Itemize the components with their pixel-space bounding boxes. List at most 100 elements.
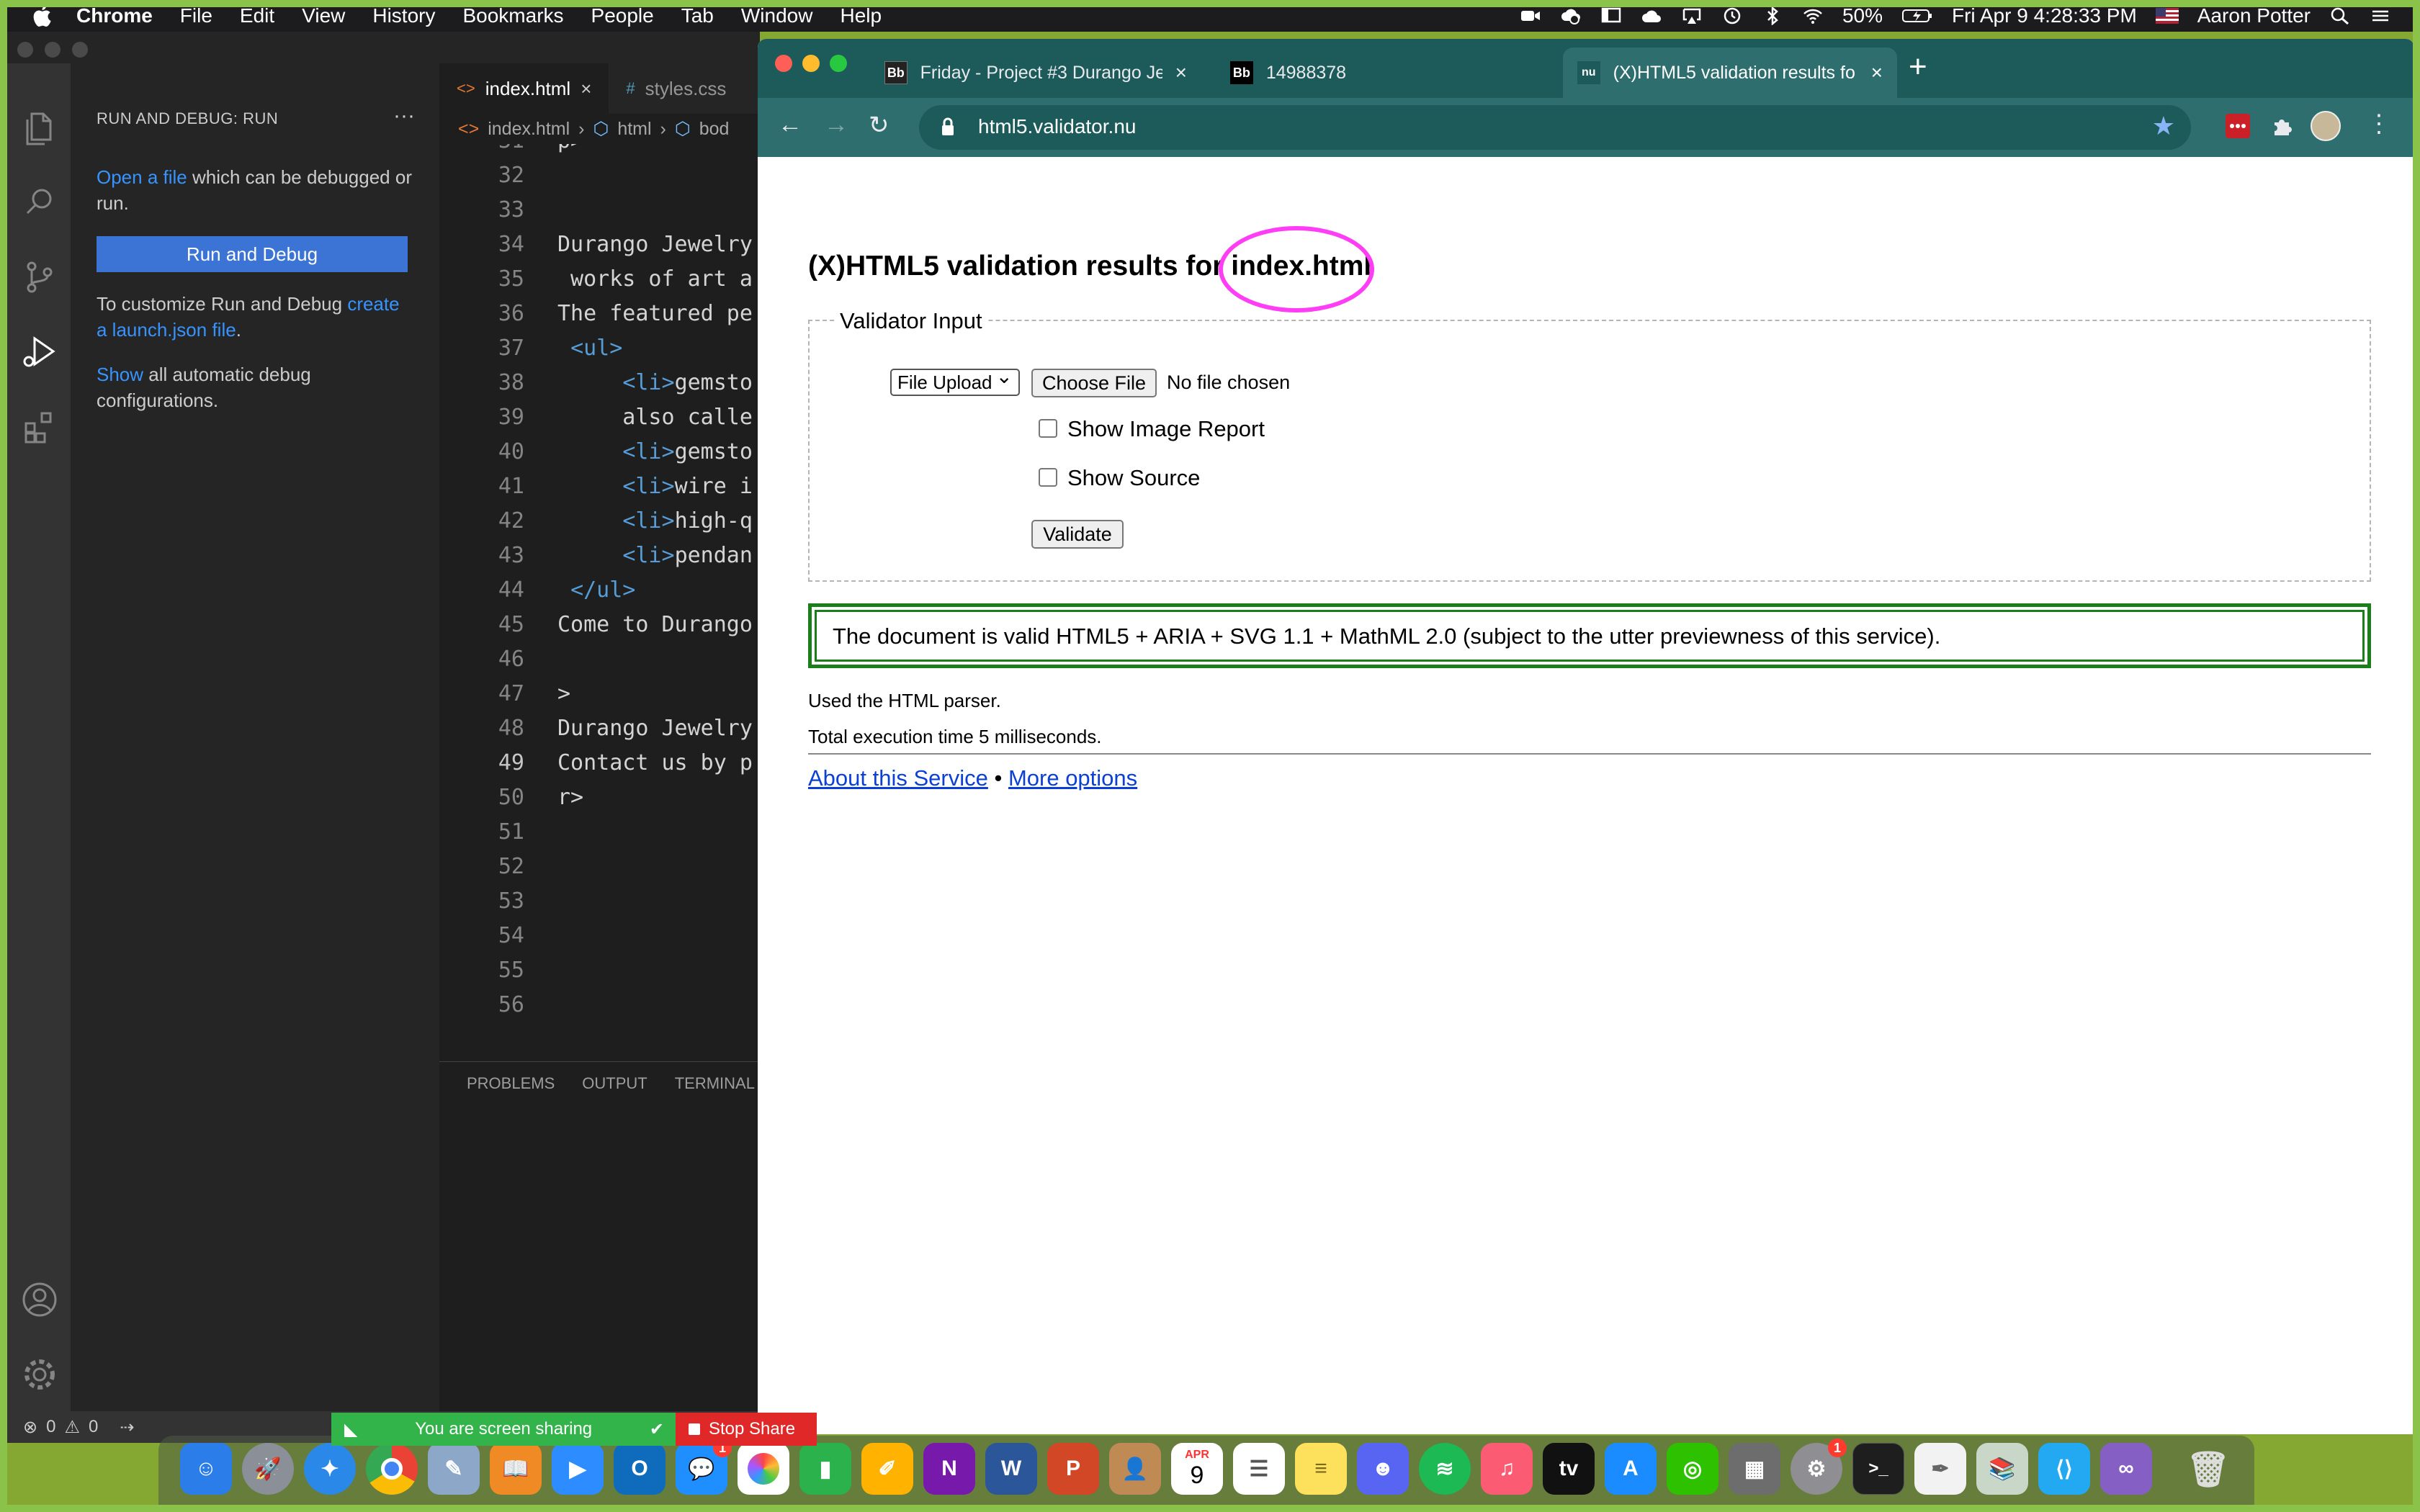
forward-arrow-icon[interactable]: → <box>824 111 848 139</box>
manage-gear-icon[interactable] <box>20 1355 59 1394</box>
books-icon[interactable]: 📖 <box>490 1443 542 1495</box>
menu-edit[interactable]: Edit <box>240 4 274 27</box>
app-store-icon[interactable]: A <box>1605 1443 1657 1495</box>
onenote-icon[interactable]: N <box>923 1443 975 1495</box>
tab-problems[interactable]: PROBLEMS <box>467 1074 555 1093</box>
breadcrumb-item[interactable]: html <box>617 119 651 140</box>
cloud-sync-icon[interactable] <box>1560 6 1582 25</box>
chrome-icon[interactable] <box>366 1443 418 1495</box>
open-file-link[interactable]: Open a file <box>97 166 187 188</box>
browser-tab[interactable]: Bb Friday - Project #3 Durango Je × <box>870 48 1201 98</box>
wifi-icon[interactable] <box>1802 6 1824 25</box>
tab-styles-css[interactable]: # styles.css <box>609 63 743 114</box>
word-icon[interactable]: W <box>985 1443 1037 1495</box>
show-configurations-link[interactable]: Show <box>97 364 143 385</box>
explorer-icon[interactable] <box>20 108 59 147</box>
breadcrumb-item[interactable]: bod <box>699 119 730 140</box>
warning-count[interactable]: 0 <box>89 1417 98 1437</box>
time-machine-icon[interactable] <box>1721 6 1743 25</box>
vscode-zoom-button[interactable] <box>72 42 88 58</box>
code-line[interactable]: 46 <box>439 647 760 681</box>
code-line[interactable]: 40 <li>gemsto <box>439 439 760 474</box>
vscode-minimize-button[interactable] <box>45 42 60 58</box>
code-line[interactable]: 34 Durango Jewelry <box>439 232 760 266</box>
close-tab-icon[interactable]: × <box>1871 61 1883 84</box>
pages-icon[interactable]: ✐ <box>861 1443 913 1495</box>
menu-tab[interactable]: Tab <box>681 4 714 27</box>
code-line[interactable]: 41 <li>wire i <box>439 474 760 508</box>
tab-terminal[interactable]: TERMINAL <box>675 1074 755 1093</box>
url-text[interactable]: html5.validator.nu <box>978 115 1136 138</box>
show-image-report-checkbox[interactable] <box>1039 419 1057 438</box>
contacts-icon[interactable]: 👤 <box>1109 1443 1161 1495</box>
spotlight-search-icon[interactable] <box>2329 6 2351 25</box>
code-line[interactable]: 35 works of art a <box>439 266 760 301</box>
menu-people[interactable]: People <box>591 4 654 27</box>
error-count[interactable]: 0 <box>46 1417 55 1437</box>
about-service-link[interactable]: About this Service <box>808 765 988 791</box>
profile-avatar[interactable] <box>2311 111 2341 141</box>
code-line[interactable]: 42 <li>high-q <box>439 508 760 543</box>
code-line[interactable]: 47 > <box>439 681 760 716</box>
choose-file-button[interactable]: Choose File <box>1031 369 1157 397</box>
breadcrumb-item[interactable]: index.html <box>488 119 570 140</box>
code-line[interactable]: 39 also calle <box>439 405 760 439</box>
code-line[interactable]: 45 Come to Durango <box>439 612 760 647</box>
code-line[interactable]: 44 </ul> <box>439 577 760 612</box>
menu-history[interactable]: History <box>372 4 435 27</box>
address-bar[interactable]: html5.validator.nu ★ <box>919 105 2191 150</box>
vscode-close-button[interactable] <box>17 42 33 58</box>
error-icon[interactable]: ⊗ <box>23 1417 37 1438</box>
discord-icon[interactable]: ☻ <box>1357 1443 1409 1495</box>
textedit-icon[interactable]: ✒ <box>1914 1443 1966 1495</box>
menubar-user[interactable]: Aaron Potter <box>2197 4 2311 27</box>
code-editor[interactable]: 31 p> 32 33 34 Durango Jewelry 35 works of art… <box>439 144 760 1080</box>
tab-output[interactable]: OUTPUT <box>582 1074 647 1093</box>
code-line[interactable]: 43 <li>pendan <box>439 543 760 577</box>
warning-icon[interactable]: ⚠ <box>64 1417 80 1438</box>
system-preferences-icon[interactable]: ⚙ 1 <box>1791 1439 1847 1495</box>
visual-studio-icon[interactable]: ∞ <box>2100 1443 2152 1495</box>
wechat-icon[interactable]: ◎ <box>1667 1443 1718 1495</box>
close-tab-icon[interactable]: × <box>1175 61 1187 84</box>
code-line[interactable]: 32 <box>439 163 760 197</box>
code-line[interactable]: 31 p> <box>439 144 760 163</box>
code-line[interactable]: 36 The featured pe <box>439 301 760 336</box>
browser-tab[interactable]: Bb 14988378 × <box>1216 48 1605 98</box>
control-center-icon[interactable] <box>2370 6 2391 25</box>
code-line[interactable]: 48 Durango Jewelry <box>439 716 760 750</box>
numbers-icon[interactable]: ▮ <box>799 1443 851 1495</box>
calendar-icon[interactable]: APR 9 <box>1171 1443 1223 1495</box>
bookmark-star-icon[interactable]: ★ <box>2152 111 2175 141</box>
code-line[interactable]: 33 <box>439 197 760 232</box>
code-line[interactable]: 50 r> <box>439 785 760 819</box>
apple-tv-icon[interactable]: tv <box>1543 1443 1595 1495</box>
safari-icon[interactable]: ✦ <box>304 1443 356 1495</box>
lock-icon[interactable] <box>941 117 955 137</box>
messages-icon[interactable]: 💬 1 <box>676 1439 732 1495</box>
more-actions-icon[interactable]: ··· <box>393 104 415 128</box>
code-line[interactable]: 53 <box>439 888 760 923</box>
lastpass-extension-icon[interactable] <box>2226 114 2250 138</box>
back-arrow-icon[interactable]: ← <box>778 111 802 139</box>
accounts-icon[interactable] <box>20 1280 59 1319</box>
preview-icon[interactable]: ✎ <box>428 1443 480 1495</box>
code-line[interactable]: 54 <box>439 923 760 958</box>
vscode-icon[interactable]: ⟨⟩ <box>2038 1443 2090 1495</box>
more-options-link[interactable]: More options <box>1008 765 1137 791</box>
calculator-icon[interactable]: ▦ <box>1729 1443 1780 1495</box>
run-debug-icon[interactable] <box>20 333 59 372</box>
screen-sharing-indicator[interactable]: ◣ You are screen sharing ✔ <box>331 1413 676 1446</box>
bluetooth-icon[interactable] <box>1762 6 1783 25</box>
menubar-clock[interactable]: Fri Apr 9 4:28:33 PM <box>1952 4 2137 27</box>
code-line[interactable]: 51 <box>439 819 760 854</box>
chrome-menu-icon[interactable]: ⋮ <box>2367 109 2391 138</box>
code-line[interactable]: 52 <box>439 854 760 888</box>
display-icon[interactable] <box>1600 6 1622 25</box>
battery-icon[interactable] <box>1901 6 1933 25</box>
apple-icon[interactable] <box>27 4 56 28</box>
cloud-upload-icon[interactable] <box>1641 6 1662 25</box>
notes-icon[interactable]: ≡ <box>1295 1443 1347 1495</box>
stop-share-button[interactable]: Stop Share <box>676 1413 817 1446</box>
input-mode-select[interactable]: File Upload <box>890 364 1020 396</box>
